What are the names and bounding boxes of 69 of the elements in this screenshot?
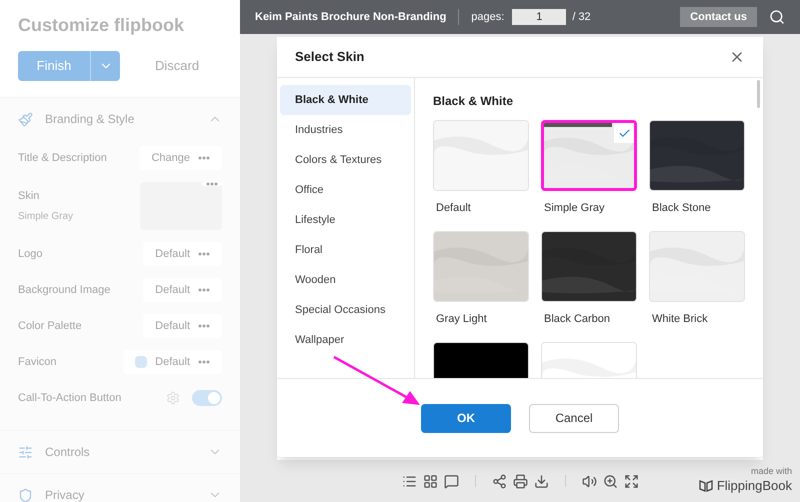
volume-icon[interactable] (582, 474, 597, 488)
setting-button[interactable]: Default (123, 350, 222, 374)
category-item[interactable]: Special Occasions (280, 295, 411, 325)
print-icon[interactable] (513, 474, 528, 488)
book-icon (698, 480, 713, 492)
more-icon (198, 156, 210, 160)
favicon-icon (135, 356, 148, 368)
list-icon[interactable] (402, 474, 417, 488)
category-item[interactable]: Wooden (280, 265, 411, 295)
more-icon (198, 252, 210, 256)
page-field[interactable]: 1 (512, 9, 566, 25)
page-total: / 32 (572, 10, 591, 25)
category-item[interactable]: Colors & Textures (280, 145, 411, 175)
skin-name: Simple Gray (544, 201, 606, 216)
category-item[interactable]: Office (280, 175, 411, 205)
skin-name: Default (436, 201, 472, 216)
skin-thumbnail[interactable] (140, 182, 222, 230)
section-icon (18, 112, 33, 126)
share-icon[interactable] (492, 474, 507, 488)
skin-name: Gray Light (436, 312, 488, 327)
dialog-title: Select Skin (295, 48, 364, 66)
skin-name: Black Carbon (544, 312, 612, 327)
setting-label: Color Palette (18, 318, 82, 334)
discard-button[interactable]: Discard (155, 56, 200, 76)
setting-button[interactable]: Change (139, 146, 222, 170)
category-item[interactable]: Industries (280, 115, 411, 145)
made-with-text: made with (750, 466, 792, 476)
contact-button[interactable]: Contact us (680, 7, 757, 27)
category-item[interactable]: Wallpaper (280, 325, 411, 355)
setting-button[interactable]: Default (143, 242, 222, 266)
section-header[interactable]: Privacy (45, 486, 196, 502)
category-item[interactable]: Floral (280, 235, 411, 265)
zoom-in-icon[interactable] (603, 474, 618, 488)
setting-button[interactable]: Default (143, 278, 222, 302)
skin-name: Black Stone (652, 201, 712, 216)
setting-label: Skin (18, 189, 40, 204)
fullscreen-icon[interactable] (624, 474, 639, 488)
setting-button[interactable]: Default (143, 314, 222, 338)
download-icon[interactable] (534, 474, 549, 488)
search-icon[interactable] (769, 9, 785, 25)
comment-icon[interactable] (444, 474, 459, 488)
setting-label: Background Image (18, 282, 110, 298)
more-icon (206, 182, 218, 186)
category-item[interactable]: Lifestyle (280, 205, 411, 235)
setting-label: Title & Description (18, 150, 107, 166)
category-item[interactable]: Black & White (280, 85, 411, 115)
section-header[interactable]: Branding & Style (45, 110, 196, 128)
document-title: Keim Paints Brochure Non-Branding (255, 10, 446, 25)
skin-name: White Brick (652, 312, 709, 327)
check-icon (618, 126, 630, 140)
setting-label: Logo (18, 246, 42, 262)
section-icon (18, 488, 33, 502)
section-header[interactable]: Controls (45, 443, 196, 461)
more-icon (198, 360, 210, 364)
more-icon (198, 324, 210, 328)
pages-label: pages: (471, 10, 504, 25)
page-title: Customize flipbook (18, 14, 185, 37)
setting-label: Call-To-Action Button (18, 390, 122, 406)
setting-label: Favicon (18, 354, 57, 370)
more-icon (198, 288, 210, 292)
cancel-button[interactable]: Cancel (529, 404, 619, 432)
brand-name: FlippingBook (716, 476, 792, 495)
scrollbar-thumb[interactable] (757, 80, 760, 108)
toggle-switch[interactable] (192, 390, 222, 406)
skin-name: Simple Gray (18, 210, 74, 224)
group-title: Black & White (433, 93, 514, 110)
section-icon (18, 444, 33, 460)
grid-icon[interactable] (423, 474, 438, 488)
ok-button[interactable]: OK (421, 404, 511, 432)
